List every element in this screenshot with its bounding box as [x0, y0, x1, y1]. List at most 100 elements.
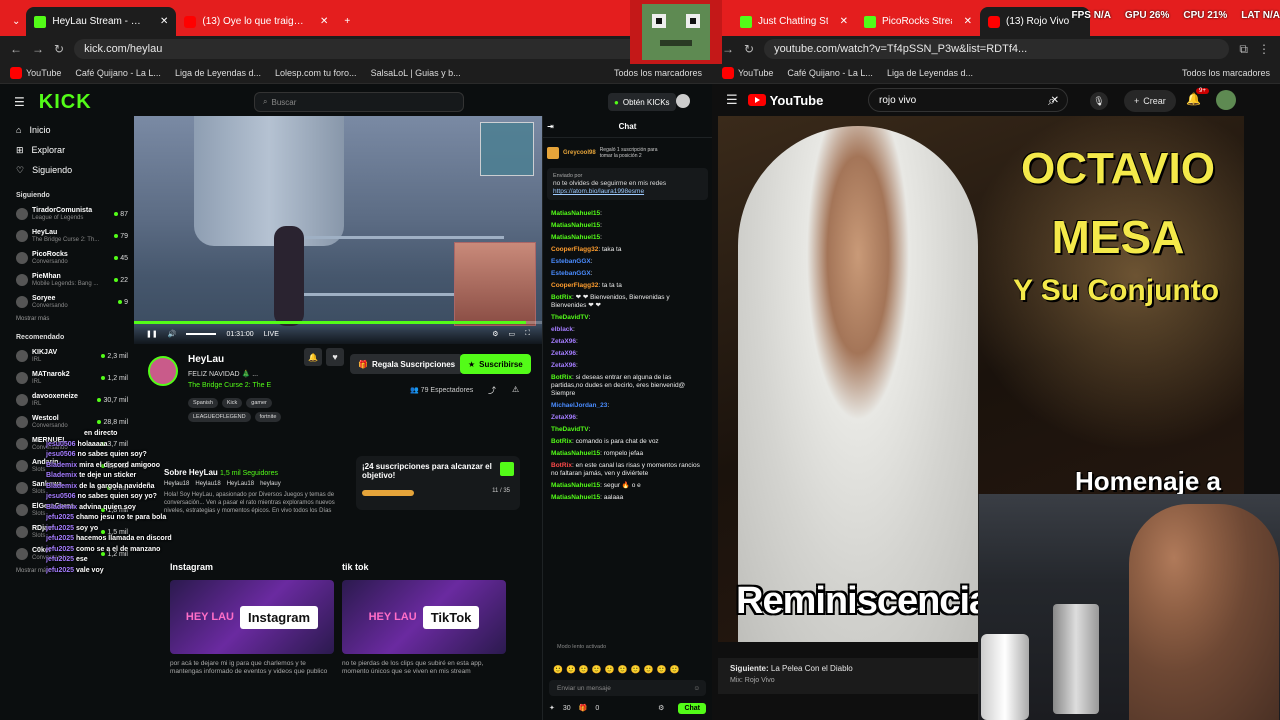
social-link[interactable]: Heylau18	[195, 481, 220, 487]
tab-picorocks[interactable]: PicoRocks Stream - W ✕	[856, 7, 980, 36]
channel-row[interactable]: PicoRocks Conversando 45	[0, 247, 134, 269]
chat-username[interactable]: BotRix	[551, 374, 572, 381]
hamburger-menu-icon[interactable]: ☰	[14, 95, 25, 109]
tag-chip[interactable]: LEAGUEOFLEGEND	[188, 412, 251, 422]
chat-username[interactable]: BotRix	[551, 294, 572, 301]
show-more-following[interactable]: Mostrar más	[0, 313, 134, 328]
chat-username[interactable]: MatiasNahuel15	[551, 234, 600, 241]
get-kicks-button[interactable]: ● Obtén KICKs	[608, 93, 676, 111]
tiktok-panel[interactable]: tik tok HEY LAU TikTok no te pierdas de l…	[342, 562, 506, 676]
channel-row[interactable]: MATnarok2 IRL 1,2 mil	[0, 367, 134, 389]
channel-row[interactable]: davooxeneize IRL 30,7 mil	[0, 389, 134, 411]
fullscreen-icon[interactable]: ⛶	[525, 330, 530, 338]
chat-username[interactable]: ZetaX96	[551, 362, 576, 369]
chat-username[interactable]: MatiasNahuel15	[551, 482, 600, 489]
url-field[interactable]: kick.com/heylau	[74, 39, 702, 59]
reload-icon[interactable]: ↻	[54, 42, 64, 56]
chat-username[interactable]: ZetaX96	[551, 414, 576, 421]
chat-username[interactable]: MatiasNahuel15	[551, 210, 600, 217]
instagram-panel[interactable]: Instagram HEY LAU Instagram por acá te de…	[170, 562, 334, 676]
youtube-search-input[interactable]: rojo vivo ✕	[868, 88, 1068, 112]
bookmark-youtube[interactable]: YouTube	[10, 66, 61, 79]
forward-icon[interactable]: →	[32, 42, 44, 56]
channel-row[interactable]: PieMhan Mobile Legends: Bang ... 22	[0, 269, 134, 291]
channel-row[interactable]: Soryee Conversando 9	[0, 291, 134, 313]
channel-name[interactable]: HeyLau	[188, 354, 224, 365]
create-button[interactable]: + Crear	[1124, 90, 1176, 112]
chat-username[interactable]: BotRix	[551, 438, 572, 445]
share-icon[interactable]: ⤴	[488, 385, 496, 396]
extensions-icon[interactable]: ⧉	[1239, 42, 1248, 57]
bookmark-cafe[interactable]: Café Quijano - La L...	[787, 68, 873, 78]
chat-username[interactable]: MichaelJordan_23	[551, 402, 607, 409]
volume-icon[interactable]: 🔊	[168, 330, 177, 338]
chat-username[interactable]: EstebanGGX	[551, 258, 591, 265]
back-icon[interactable]: ←	[10, 42, 22, 56]
microphone-icon[interactable]: 🎙	[1090, 92, 1108, 110]
chat-username[interactable]: ZetaX96	[551, 338, 576, 345]
chat-username[interactable]: MatiasNahuel15	[551, 222, 600, 229]
chat-username[interactable]: MatiasNahuel15	[551, 494, 600, 501]
close-tab-icon[interactable]: ✕	[840, 16, 848, 27]
menu-icon[interactable]: ⋮	[1258, 42, 1270, 56]
tab-menu[interactable]: ⌄	[6, 7, 26, 36]
chat-username[interactable]: TheDavidTV	[551, 314, 589, 321]
points-icon[interactable]: ✦	[549, 704, 555, 712]
emoji-icon[interactable]: ☺	[693, 685, 700, 692]
pause-icon[interactable]: ❚❚	[146, 330, 158, 338]
tab-heylau[interactable]: HeyLau Stream - Watch Live ✕	[26, 7, 177, 36]
tab-just-chatting[interactable]: Just Chatting Streamin ✕	[732, 7, 856, 36]
send-chat-button[interactable]: Chat	[678, 702, 706, 714]
kick-logo[interactable]: KICK	[39, 91, 92, 114]
reload-icon[interactable]: ↻	[744, 42, 754, 56]
search-icon[interactable]: ⌕	[1048, 93, 1055, 109]
tab-youtube-oye[interactable]: (13) Oye lo que traigo - Arianna ✕	[176, 7, 336, 36]
volume-slider[interactable]	[186, 333, 217, 335]
chat-username[interactable]: EstebanGGX	[551, 270, 591, 277]
chat-input[interactable]: Enviar un mensaje ☺	[549, 680, 706, 696]
hamburger-menu-icon[interactable]: ☰	[726, 92, 738, 108]
chat-username[interactable]: MatiasNahuel15	[551, 450, 600, 457]
nav-siguiendo[interactable]: ♡ Siguiendo	[0, 160, 134, 180]
channel-row[interactable]: KIKJAV IRL 2,3 mil	[0, 345, 134, 367]
tag-chip[interactable]: Spanish	[188, 398, 218, 408]
kick-search-input[interactable]: ⌕ Buscar	[254, 92, 464, 112]
tiktok-banner[interactable]: HEY LAU TikTok	[342, 580, 506, 654]
close-tab-icon[interactable]: ✕	[964, 16, 972, 27]
social-link[interactable]: Heylau18	[164, 481, 189, 487]
settings-icon[interactable]: ⚙	[492, 330, 498, 338]
theater-icon[interactable]: ▭	[508, 330, 515, 338]
chat-username[interactable]: elblack	[551, 326, 573, 333]
bookmark-youtube[interactable]: YouTube	[722, 66, 773, 79]
tag-chip[interactable]: gamer	[246, 398, 272, 408]
notifications-icon[interactable]: 🔔	[1186, 92, 1201, 106]
tag-chip[interactable]: fortnite	[254, 412, 282, 422]
channel-row[interactable]: TiradorComunista League of Legends 87	[0, 203, 134, 225]
chat-settings-icon[interactable]: ⚙	[658, 704, 664, 712]
bookmark-all[interactable]: Todos los marcadores	[614, 68, 702, 78]
chat-username[interactable]: ZetaX96	[551, 350, 576, 357]
bookmark-cafe[interactable]: Café Quijano - La L...	[75, 68, 161, 78]
nav-explorar[interactable]: ⊞ Explorar	[0, 140, 134, 160]
bookmark-liga[interactable]: Liga de Leyendas d...	[887, 68, 973, 78]
gift-icon[interactable]: 🎁	[579, 704, 588, 712]
channel-avatar[interactable]	[148, 356, 178, 386]
pinned-link[interactable]: https://atom.bio/laura1998esme	[553, 188, 644, 195]
report-icon[interactable]: ⚠	[512, 385, 519, 394]
user-avatar[interactable]	[676, 94, 690, 108]
nav-inicio[interactable]: ⌂ Inicio	[0, 120, 134, 140]
chat-username[interactable]: BotRix	[551, 462, 572, 469]
channel-row[interactable]: HeyLau The Bridge Curse 2: Th... 79	[0, 225, 134, 247]
account-avatar[interactable]	[1216, 90, 1236, 110]
bookmark-liga[interactable]: Liga de Leyendas d...	[175, 68, 261, 78]
url-field[interactable]: youtube.com/watch?v=Tf4pSSN_P3w&list=RDT…	[764, 39, 1230, 59]
instagram-banner[interactable]: HEY LAU Instagram	[170, 580, 334, 654]
social-link[interactable]: heylauy	[260, 481, 281, 487]
social-link[interactable]: HeyLau18	[227, 481, 254, 487]
gift-subs-button[interactable]: 🎁 Regala Suscripciones	[350, 354, 464, 374]
chat-username[interactable]: CooperFlagg32	[551, 246, 598, 253]
follow-heart-icon[interactable]: ♥	[326, 348, 344, 366]
bell-icon[interactable]: 🔔	[304, 348, 322, 366]
kick-video-player[interactable]: ❚❚ 🔊 01:31:00 LIVE ⚙ ▭ ⛶	[134, 116, 542, 344]
tag-chip[interactable]: Kick	[221, 398, 243, 408]
